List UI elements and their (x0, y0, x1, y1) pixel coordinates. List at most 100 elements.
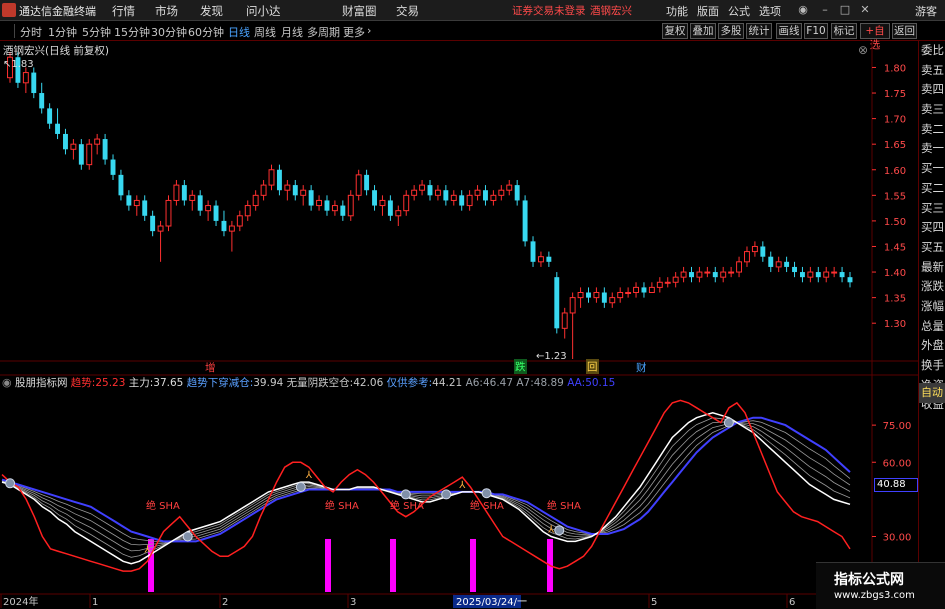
overlay-button[interactable]: 叠加 (690, 23, 716, 39)
candle-body (252, 194, 259, 207)
signal-label: 绝 SHA (390, 501, 424, 512)
candle-body (387, 200, 393, 216)
time-axis-label: 3 (350, 597, 356, 608)
period-more[interactable]: 更多 (343, 24, 365, 40)
candle-body (459, 195, 465, 206)
period-60min[interactable]: 60分钟 (188, 24, 224, 40)
candle-body (839, 272, 845, 278)
menu-discover[interactable]: 发现 (200, 3, 223, 19)
app-title: 通达信金融终端 (19, 5, 96, 18)
menu-quotes[interactable]: 行情 (112, 3, 135, 19)
close-icon[interactable]: ✕ (858, 3, 872, 17)
statistics-button[interactable]: 统计 (746, 23, 772, 39)
panel-item[interactable]: 买二 (919, 179, 945, 199)
period-30min[interactable]: 30分钟 (151, 24, 187, 40)
menu-layout[interactable]: 版面 (697, 3, 719, 19)
menu-formula[interactable]: 公式 (728, 3, 750, 19)
menu-function[interactable]: 功能 (666, 3, 688, 19)
f10-button[interactable]: F10 (804, 23, 828, 39)
price-tick-label: 1.80 (884, 63, 906, 74)
menu-ask-xiaoda[interactable]: 问小达 (246, 3, 281, 19)
crossover-marker (723, 417, 734, 428)
candle-body (633, 286, 639, 294)
period-15min[interactable]: 15分钟 (114, 24, 150, 40)
panel-item[interactable]: 买一 (919, 159, 945, 179)
candle-body (648, 286, 655, 294)
period-weekly[interactable]: 周线 (254, 24, 276, 40)
panel-item[interactable]: 卖二 (919, 120, 945, 140)
time-axis-label: 5 (651, 597, 657, 608)
indicator-toggle-icon[interactable]: ◉ (2, 376, 12, 389)
menu-wealth-circle[interactable]: 财富圈 (342, 3, 377, 19)
candle-body (728, 271, 735, 274)
period-monthly[interactable]: 月线 (281, 24, 303, 40)
candle-body (276, 169, 282, 191)
adjust-button[interactable]: 复权 (662, 23, 688, 39)
panel-item[interactable]: 买四 (919, 218, 945, 238)
candle-body (720, 271, 727, 278)
panel-item[interactable]: 最新 (919, 258, 945, 278)
panel-item[interactable]: 卖一 (919, 139, 945, 159)
aa-value: AA:50.15 (567, 377, 616, 389)
price-tick-label: 1.30 (884, 319, 906, 330)
panel-item[interactable]: 买五 (919, 238, 945, 258)
skin-icon[interactable]: ◉ (796, 3, 810, 17)
candle-body (236, 215, 243, 227)
multi-stock-button[interactable]: 多股 (718, 23, 744, 39)
signal-figure-marker: ⅄ (144, 544, 151, 555)
candle-body (55, 123, 61, 134)
candle-body (150, 215, 156, 232)
period-1min[interactable]: 1分钟 (48, 24, 77, 40)
candle-body (316, 199, 323, 207)
chevron-right-icon[interactable]: › (367, 24, 371, 37)
indicator-tick-label: 60.00 (883, 458, 912, 469)
panel-item[interactable]: 卖三 (919, 100, 945, 120)
panel-item[interactable]: 卖五 (919, 61, 945, 81)
panel-item[interactable]: 换手 (919, 356, 945, 376)
panel-item[interactable]: 涨幅 (919, 297, 945, 317)
candle-body (213, 205, 219, 221)
candle-body (680, 271, 687, 278)
event-marker-drop[interactable]: 跌 (514, 359, 527, 374)
candle-body (672, 276, 679, 283)
candle-body (347, 194, 354, 217)
panel-item[interactable]: 委比 (919, 41, 945, 61)
candle-body (31, 72, 37, 94)
low-price-marker: ←1.23 (536, 351, 567, 362)
period-timeshare[interactable]: 分时 (20, 24, 42, 40)
period-5min[interactable]: 5分钟 (82, 24, 111, 40)
event-marker-return[interactable]: 回 (586, 359, 599, 374)
event-marker-finance[interactable]: 财 (636, 360, 647, 375)
panel-item[interactable]: 卖四 (919, 80, 945, 100)
guest-user[interactable]: 游客 (915, 3, 937, 19)
candle-body (815, 272, 821, 278)
menu-market[interactable]: 市场 (155, 3, 178, 19)
back-button[interactable]: 返回 (892, 23, 917, 39)
candle-body (784, 261, 790, 267)
add-watchlist-button[interactable]: +自选 (860, 23, 890, 51)
panel-item[interactable]: 外盘 (919, 336, 945, 356)
indicator-name[interactable]: 股朋指标网 (15, 377, 68, 389)
maximize-icon[interactable]: □ (838, 3, 852, 17)
candle-body (490, 194, 497, 201)
period-multi[interactable]: 多周期 (307, 24, 340, 40)
trade-login-status[interactable]: 证券交易未登录 (512, 3, 586, 18)
panel-item[interactable]: 总量 (919, 317, 945, 337)
panel-item[interactable]: 买三 (919, 199, 945, 219)
candle-body (364, 174, 370, 191)
event-marker-increase[interactable]: 增 (205, 360, 216, 375)
mark-button[interactable]: 标记 (831, 23, 857, 39)
chart-area[interactable]: ⅄ ⅄ ⅄ ⅄ 1.80 1.75 1.70 1.65 1.60 1.55 1.50 1.45 1.4… (0, 41, 918, 609)
candle-body (554, 277, 560, 329)
period-daily[interactable]: 日线 (228, 24, 250, 40)
crossover-marker (295, 482, 306, 492)
minimize-icon[interactable]: – (818, 3, 832, 17)
menu-trade[interactable]: 交易 (396, 3, 419, 19)
auto-button[interactable]: 自动 (919, 383, 945, 403)
panel-item[interactable]: 涨跌 (919, 277, 945, 297)
close-chart-icon[interactable]: ⊗ (858, 43, 868, 57)
candle-body (63, 133, 68, 150)
draw-line-button[interactable]: 画线 (776, 23, 802, 39)
candle-body (205, 205, 212, 212)
menu-options[interactable]: 选项 (759, 3, 781, 19)
